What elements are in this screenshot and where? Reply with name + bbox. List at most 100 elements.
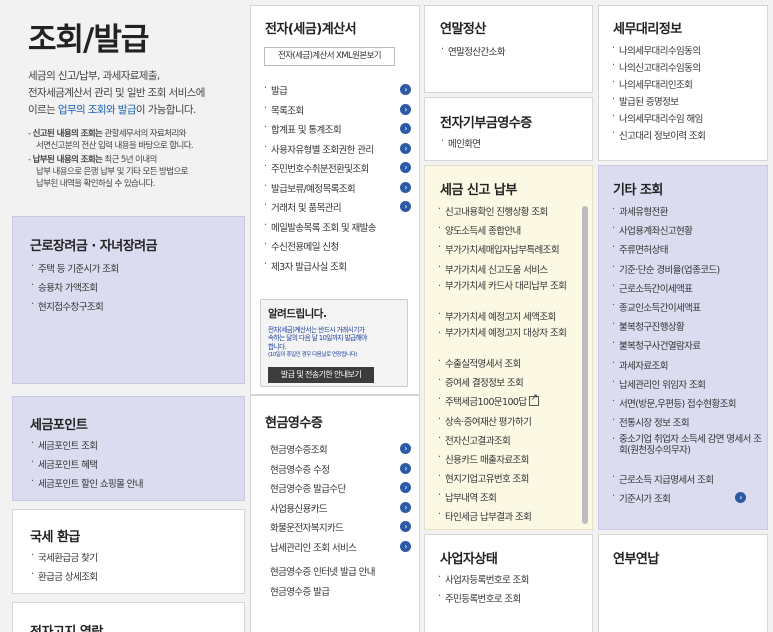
tax-filing-item-13[interactable]: 현지기업고유번호 조회 [437,471,582,490]
tax-filing-item-1[interactable]: 양도소득세 종합안내 [437,223,582,242]
deadline-guide-button[interactable]: 발급 및 전송기한 안내보기 [268,367,374,383]
agent-info-panel: 세무대리정보 나의세무대리수임동의 나의신고대리수임동의 나의세무대리인조회 발… [598,5,768,161]
chevron-right-icon: › [400,201,411,212]
cash-receipt-item-agent[interactable]: 납세관리인 조회 서비스 › [270,540,411,560]
tax-filing-list: 신고내용확인 진행상황 조회 양도소득세 종합안내 부가가치세매입자납부특례조회… [437,204,582,529]
earned-income-list: 주택 등 기준시가 조회 승용차 가액조회 현지접수창구조회 [30,261,235,318]
e-invoice-item-partner[interactable]: 거래처 및 품목관리› [263,200,411,220]
earned-income-item-window[interactable]: 현지접수창구조회 [30,299,235,318]
earned-income-item-house[interactable]: 주택 등 기준시가 조회 [30,261,235,280]
cash-receipt-item-biz-card[interactable]: 사업용신용카드 › [270,501,411,521]
e-invoice-panel: 전자(세금)계산서 전자(세금)계산서 XML원본보기 발급› 목록조회› 합계… [250,5,420,395]
xml-original-button[interactable]: 전자(세금)계산서 XML원본보기 [264,47,395,66]
agent-info-item-3[interactable]: 발급된 증명정보 [611,94,763,111]
refund-title: 국세 환급 [30,530,80,545]
agent-info-item-2[interactable]: 나의세무대리인조회 [611,77,763,94]
business-status-list: 사업자등록번호로 조회 주민등록번호로 조회 [437,572,587,610]
tax-filing-panel: 세금 신고 납부 신고내용확인 진행상황 조회 양도소득세 종합안내 부가가치세… [424,165,593,530]
tax-filing-item-7[interactable]: 수출실적명세서 조회 [437,356,582,375]
tax-filing-title: 세금 신고 납부 [440,183,517,198]
donation-item-main[interactable]: 메인화면 [440,136,585,155]
business-status-item-bizno[interactable]: 사업자등록번호로 조회 [437,572,587,591]
tax-filing-item-0[interactable]: 신고내용확인 진행상황 조회 [437,204,582,223]
chevron-right-icon: › [400,443,411,454]
tax-filing-item-4[interactable]: 부가가치세 카드사 대리납부 조회 [437,281,582,309]
agent-info-item-5[interactable]: 신고대리 정보이력 조회 [611,128,763,145]
agent-info-item-4[interactable]: 나의세무대리수임 해임 [611,111,763,128]
other-item-14[interactable]: 기준시가 조회› [611,491,764,510]
pension-title[interactable]: 연부연납 [613,548,659,567]
other-item-6[interactable]: 불복청구진행상황 [611,319,764,338]
chevron-right-icon: › [400,84,411,95]
e-invoice-item-issue[interactable]: 발급› [263,83,411,103]
tax-filing-item-10[interactable]: 상속·증여재산 평가하기 [437,414,582,433]
e-invoice-item-list[interactable]: 목록조회› [263,103,411,123]
other-item-1[interactable]: 사업용계좌신고현황 [611,223,764,242]
tax-filing-item-14[interactable]: 납부내역 조회 [437,490,582,509]
tax-filing-item-5[interactable]: 부가가치세 예정고지 세액조회 [437,309,582,328]
business-status-title: 사업자상태 [440,552,498,567]
refund-item-detail[interactable]: 환급금 상세조회 [30,569,235,588]
refund-item-find[interactable]: 국세환급금 찾기 [30,550,235,569]
e-invoice-item-permission[interactable]: 사용자유형별 조회권한 관리› [263,142,411,162]
tax-point-item-shop[interactable]: 세금포인트 할인 쇼핑몰 안내 [30,476,235,495]
chevron-right-icon: › [735,492,746,504]
other-item-2[interactable]: 주류면허상태 [611,242,764,261]
cash-receipt-item-guide[interactable]: 현금영수증 인터넷 발급 안내 [270,564,411,584]
year-end-panel: 연말정산 연말정산간소화 [424,5,593,93]
cash-receipt-extra-list: 현금영수증 인터넷 발급 안내 현금영수증 발급 [270,564,411,603]
tax-filing-item-6[interactable]: 부가가치세 예정고지 대상자 조회 [437,328,582,356]
agent-info-item-1[interactable]: 나의신고대리수임동의 [611,60,763,77]
tax-point-item-query[interactable]: 세금포인트 조회 [30,438,235,457]
e-invoice-item-pending[interactable]: 발급보류/예정목록조회› [263,181,411,201]
earned-income-title: 근로장려금 · 자녀장려금 [30,239,158,254]
other-query-list: 과세유형전환 사업용계좌신고현황 주류면허상태 기준·단순 경비율(업종코드) … [611,204,764,511]
notice-title[interactable]: 전자고지 열람 [30,621,103,632]
cash-receipt-item-means[interactable]: 현금영수증 발급수단 › [270,481,411,501]
other-item-12[interactable]: 중소기업 취업자 소득세 감면 명세서 조회(원천징수의무자) [611,434,764,472]
other-item-7[interactable]: 불복청구사건열람자료 [611,338,764,357]
earned-income-item-car[interactable]: 승용차 가액조회 [30,280,235,299]
announce-text: 전자(세금)계산서는 반드시 거래시기가 속하는 달의 다음 달 10일까지 발… [268,326,367,359]
intro-notes: - 신고된 내용의 조회는 관할세무서의 자료처리와 서면신고분의 전산 입력 … [28,129,194,189]
cash-receipt-panel: 현금영수증 현금영수증조회 › 현금영수증 수정 › 현금영수증 발급수단 › 사업용… [250,395,420,632]
year-end-item-simple[interactable]: 연말정산간소화 [440,44,585,63]
cash-receipt-item-issue[interactable]: 현금영수증 발급 [270,584,411,604]
chevron-right-icon: › [400,142,411,154]
other-item-8[interactable]: 과세자료조회 [611,358,764,377]
cash-receipt-item-freight-card[interactable]: 화물운전자복지카드 › [270,520,411,540]
chevron-right-icon: › [400,181,411,193]
other-item-10[interactable]: 서면(방문,우편등) 접수현황조회 [611,396,764,415]
tax-filing-item-2[interactable]: 부가가치세매입자납부특례조회 [437,242,582,261]
tax-filing-item-9[interactable]: 주택세금100문100답 [437,393,582,413]
e-invoice-item-rrn[interactable]: 주민번호수취분전환및조회› [263,161,411,181]
chevron-right-icon: › [400,521,411,532]
e-invoice-item-receive[interactable]: 수신전용메일 신청 [263,239,411,259]
e-invoice-item-third[interactable]: 제3자 발급사실 조회 [263,259,411,279]
cash-receipt-item-modify[interactable]: 현금영수증 수정 › [270,462,411,482]
other-item-3[interactable]: 기준·단순 경비율(업종코드) [611,262,764,281]
tax-filing-item-3[interactable]: 부가가치세 신고도움 서비스 [437,262,582,281]
refund-panel: 국세 환급 국세환급금 찾기 환급금 상세조회 [12,509,245,594]
other-item-11[interactable]: 전통시장 정보 조회 [611,415,764,434]
pension-panel: 연부연납 [598,534,768,632]
e-invoice-title: 전자(세금)계산서 [265,22,357,37]
business-status-panel: 사업자상태 사업자등록번호로 조회 주민등록번호로 조회 [424,534,593,632]
tax-filing-scroll-thumb[interactable] [582,206,588,524]
e-invoice-item-mail[interactable]: 메일발송목록 조회 및 재발송 [263,220,411,240]
business-status-item-rrn[interactable]: 주민등록번호로 조회 [437,591,587,610]
cash-receipt-item-query[interactable]: 현금영수증조회 › [270,442,411,462]
year-end-list: 연말정산간소화 [440,44,585,63]
other-item-9[interactable]: 납세관리인 위임자 조회 [611,377,764,396]
tax-filing-item-12[interactable]: 신용카드 매출자료조회 [437,452,582,471]
tax-filing-item-15[interactable]: 타인세금 납부결과 조회 [437,509,582,528]
tax-point-item-benefit[interactable]: 세금포인트 혜택 [30,457,235,476]
tax-filing-item-8[interactable]: 증여세 결정정보 조회 [437,375,582,394]
other-item-5[interactable]: 종교인소득간이세액표 [611,300,764,319]
e-invoice-item-summary[interactable]: 합계표 및 통계조회› [263,122,411,142]
agent-info-item-0[interactable]: 나의세무대리수임동의 [611,43,763,60]
other-item-4[interactable]: 근로소득간이세액표 [611,281,764,300]
other-item-0[interactable]: 과세유형전환 [611,204,764,223]
tax-filing-item-11[interactable]: 전자신고결과조회 [437,433,582,452]
other-item-13[interactable]: 근로소득 지급명세서 조회 [611,472,764,491]
